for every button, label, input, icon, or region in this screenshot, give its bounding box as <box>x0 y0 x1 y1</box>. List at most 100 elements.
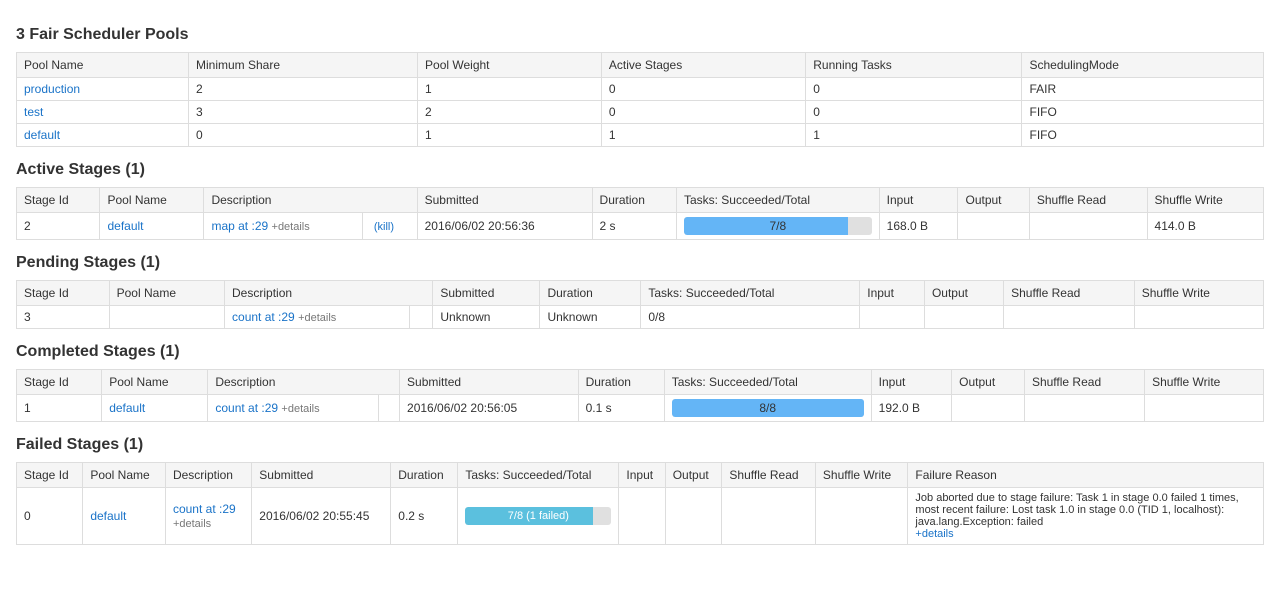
col-pool-name: Pool Name <box>102 370 208 395</box>
active-stages-cell: 1 <box>601 124 805 147</box>
col-tasks: Tasks: Succeeded/Total <box>676 188 879 213</box>
tasks-cell: 7/8 (1 failed) <box>458 488 619 545</box>
details-text[interactable]: +details <box>298 312 336 324</box>
scheduling-mode-cell: FIFO <box>1022 124 1264 147</box>
kill-cell: (kill) <box>362 213 417 240</box>
description-link[interactable]: count at :29 <box>232 310 295 324</box>
output-cell <box>958 213 1029 240</box>
col-running-tasks: Running Tasks <box>806 53 1022 78</box>
table-row: production 2 1 0 0 FAIR <box>17 78 1264 101</box>
col-pool-name: Pool Name <box>109 281 224 306</box>
col-submitted: Submitted <box>417 188 592 213</box>
shuffle-read-cell <box>1004 306 1135 329</box>
col-submitted: Submitted <box>252 463 391 488</box>
details-link-text[interactable]: +details <box>272 221 310 233</box>
col-stage-id: Stage Id <box>17 188 100 213</box>
shuffle-read-cell <box>1029 213 1147 240</box>
col-stage-id: Stage Id <box>17 370 102 395</box>
col-output: Output <box>924 281 1003 306</box>
col-stage-id: Stage Id <box>17 281 110 306</box>
description-link[interactable]: count at :29 <box>215 401 278 415</box>
tasks-cell: 0/8 <box>641 306 860 329</box>
col-input: Input <box>871 370 951 395</box>
description-cell: count at :29 +details <box>165 488 251 545</box>
table-row: 1 default count at :29 +details 2016/06/… <box>17 395 1264 422</box>
pools-table: Pool Name Minimum Share Pool Weight Acti… <box>16 52 1264 147</box>
tasks-cell: 8/8 <box>664 395 871 422</box>
col-tasks: Tasks: Succeeded/Total <box>458 463 619 488</box>
scheduling-mode-cell: FAIR <box>1022 78 1264 101</box>
description-cell: map at :29 +details <box>204 213 362 240</box>
details-text[interactable]: +details <box>173 518 211 530</box>
col-pool-weight: Pool Weight <box>418 53 602 78</box>
progress-bar-bg: 7/8 <box>684 217 872 235</box>
description-link[interactable]: map at :29 <box>211 219 268 233</box>
col-output: Output <box>958 188 1029 213</box>
col-duration: Duration <box>578 370 664 395</box>
pool-name-link[interactable]: production <box>24 82 80 96</box>
output-cell <box>952 395 1025 422</box>
col-input: Input <box>860 281 925 306</box>
progress-bar-label: 7/8 <box>684 217 872 235</box>
col-duration: Duration <box>540 281 641 306</box>
active-stages-title: Active Stages (1) <box>16 161 1264 179</box>
pool-name-cell: production <box>17 78 189 101</box>
pool-name-cell: default <box>102 395 208 422</box>
table-row: test 3 2 0 0 FIFO <box>17 101 1264 124</box>
failure-details-link[interactable]: +details <box>915 528 953 540</box>
stage-id-cell: 0 <box>17 488 83 545</box>
shuffle-write-cell <box>1145 395 1264 422</box>
table-row: 0 default count at :29 +details 2016/06/0… <box>17 488 1264 545</box>
col-active-stages: Active Stages <box>601 53 805 78</box>
min-share-cell: 0 <box>189 124 418 147</box>
progress-bar-label: 8/8 <box>672 399 864 417</box>
col-min-share: Minimum Share <box>189 53 418 78</box>
submitted-cell: 2016/06/02 20:56:05 <box>400 395 579 422</box>
col-submitted: Submitted <box>433 281 540 306</box>
pool-name-cell: default <box>100 213 204 240</box>
completed-stages-table: Stage Id Pool Name Description Submitted… <box>16 369 1264 422</box>
shuffle-read-cell <box>722 488 816 545</box>
kill-link[interactable]: (kill) <box>374 221 394 233</box>
details-text[interactable]: +details <box>281 403 319 415</box>
pool-name-cell: default <box>17 124 189 147</box>
col-pool-name: Pool Name <box>17 53 189 78</box>
input-cell: 192.0 B <box>871 395 951 422</box>
failed-stages-title: Failed Stages (1) <box>16 436 1264 454</box>
pool-name-link[interactable]: default <box>24 128 60 142</box>
pool-weight-cell: 1 <box>418 124 602 147</box>
submitted-cell: 2016/06/02 20:55:45 <box>252 488 391 545</box>
table-row: 3 count at :29 +details Unknown Unknown … <box>17 306 1264 329</box>
col-input: Input <box>879 188 958 213</box>
description-link[interactable]: count at :29 <box>173 502 236 516</box>
pool-link[interactable]: default <box>109 401 145 415</box>
col-shuffle-write: Shuffle Write <box>1134 281 1263 306</box>
col-shuffle-read: Shuffle Read <box>722 463 816 488</box>
col-shuffle-write: Shuffle Write <box>1145 370 1264 395</box>
active-stages-cell: 0 <box>601 78 805 101</box>
pool-link[interactable]: default <box>107 219 143 233</box>
col-scheduling-mode: SchedulingMode <box>1022 53 1264 78</box>
pool-name-cell: test <box>17 101 189 124</box>
min-share-cell: 3 <box>189 101 418 124</box>
col-output: Output <box>665 463 722 488</box>
col-pool-name: Pool Name <box>83 463 166 488</box>
duration-cell: 2 s <box>592 213 676 240</box>
input-cell: 168.0 B <box>879 213 958 240</box>
progress-bar-bg: 8/8 <box>672 399 864 417</box>
tasks-cell: 7/8 <box>676 213 879 240</box>
col-input: Input <box>619 463 665 488</box>
kill-cell <box>378 395 399 422</box>
shuffle-write-cell <box>815 488 908 545</box>
pending-stages-table: Stage Id Pool Name Description Submitted… <box>16 280 1264 329</box>
duration-cell: 0.1 s <box>578 395 664 422</box>
shuffle-write-cell: 414.0 B <box>1147 213 1263 240</box>
col-description: Description <box>204 188 417 213</box>
pool-name-link[interactable]: test <box>24 105 43 119</box>
submitted-cell: Unknown <box>433 306 540 329</box>
active-stages-table: Stage Id Pool Name Description Submitted… <box>16 187 1264 240</box>
pool-link[interactable]: default <box>90 509 126 523</box>
pool-weight-cell: 2 <box>418 101 602 124</box>
col-shuffle-read: Shuffle Read <box>1004 281 1135 306</box>
col-submitted: Submitted <box>400 370 579 395</box>
